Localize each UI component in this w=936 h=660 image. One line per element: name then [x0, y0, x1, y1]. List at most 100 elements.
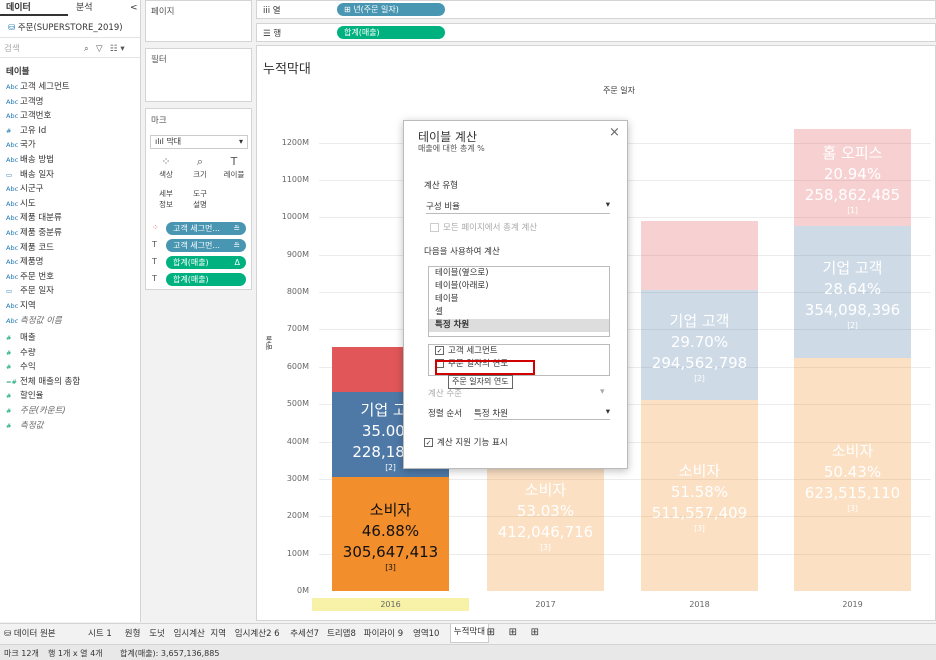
- bar-label-pct: 20.94%: [823, 165, 882, 184]
- field-label: 배송 방법: [20, 155, 54, 165]
- tab-data[interactable]: 데이터: [0, 0, 68, 16]
- field-item[interactable]: Abc 제품명: [6, 255, 43, 270]
- highlight-box: [435, 360, 535, 375]
- sheet-tab[interactable]: 임시계산: [174, 627, 205, 639]
- mark-pill[interactable]: 고객 세그먼... ≞: [166, 222, 246, 235]
- close-icon[interactable]: ×: [609, 125, 620, 140]
- field-item[interactable]: =# 전체 매출의 총합: [6, 375, 80, 390]
- y-tick-label: 400M: [286, 436, 309, 446]
- field-type-icon: Abc: [6, 83, 19, 91]
- rows-shelf[interactable]: ☰ 행 합계(매출): [256, 23, 936, 42]
- pill-type-icon: ⁘: [152, 223, 159, 232]
- bar-segment[interactable]: [641, 220, 758, 290]
- dimension-label: 고객 세그먼트: [448, 346, 498, 356]
- sort-icon: ≞: [233, 241, 240, 250]
- field-item[interactable]: Abc 배송 방법: [6, 153, 54, 168]
- field-item[interactable]: # 매출: [6, 331, 36, 346]
- view-menu-icon[interactable]: ☷ ▾: [110, 40, 125, 58]
- tab-analysis[interactable]: 분석: [70, 0, 122, 16]
- sheet-tab[interactable]: 누적막대: [449, 624, 490, 643]
- size-button[interactable]: ⌕ 크기: [188, 155, 212, 185]
- pill-type-icon: T: [152, 240, 157, 249]
- marks-title: 마크: [151, 116, 167, 126]
- compute-option[interactable]: 특정 차원: [429, 319, 609, 332]
- field-label: 고객명: [20, 96, 44, 107]
- search-icon[interactable]: ⌕: [84, 40, 89, 58]
- bar-label-segment: 기업 고객: [822, 258, 883, 277]
- field-type-icon: Abc: [6, 258, 19, 267]
- field-item[interactable]: Abc 시도: [6, 197, 36, 212]
- field-item[interactable]: ▭ 주문 일자: [6, 284, 54, 299]
- pages-card[interactable]: 페이지: [145, 0, 252, 42]
- datasource-tab[interactable]: ⛁ 데이터 원본: [4, 627, 56, 639]
- search-input[interactable]: 검색 ⌕ ▽ ☷ ▾: [0, 40, 140, 58]
- field-label: 시도: [20, 198, 36, 209]
- compute-option[interactable]: 셀: [429, 306, 609, 319]
- mark-pill[interactable]: 합계(매출) Δ: [166, 256, 246, 269]
- filters-card[interactable]: 필터: [145, 48, 252, 102]
- bar-label-value: 511,557,409: [651, 504, 748, 523]
- sheet-tab[interactable]: 지역: [210, 627, 226, 639]
- columns-icon: iii: [263, 6, 273, 16]
- detail-button[interactable]: 세부 정보: [154, 189, 178, 219]
- compute-option[interactable]: 테이블(아래로): [429, 280, 609, 293]
- field-type-icon: Abc: [6, 112, 19, 121]
- field-item[interactable]: # 측정값: [6, 419, 43, 434]
- field-item[interactable]: Abc 고객번호: [6, 109, 51, 124]
- y-tick-label: 800M: [286, 287, 309, 297]
- sheet-tab[interactable]: 영역10: [413, 627, 439, 639]
- field-item[interactable]: Abc 고객명: [6, 95, 43, 110]
- datasource-item[interactable]: ⛁ 주문(SUPERSTORE_2019): [0, 18, 140, 38]
- dimension-option[interactable]: ✓ 고객 세그먼트: [429, 345, 609, 358]
- compute-option[interactable]: 테이블: [429, 293, 609, 306]
- sheet-tab[interactable]: 도넛: [149, 627, 165, 639]
- x-tick-label: 2019: [842, 600, 863, 609]
- mark-type-dropdown[interactable]: ılıl 막대 ▾: [150, 135, 248, 149]
- columns-shelf[interactable]: iii 열 ⊞ 년(주문 일자): [256, 0, 936, 19]
- field-item[interactable]: Abc 측정값 이름: [6, 314, 62, 329]
- compute-using-list[interactable]: 테이블(옆으로) 테이블(아래로) 테이블 셀 특정 차원: [428, 266, 610, 337]
- sheet-tab[interactable]: 파이라이 9: [364, 627, 403, 639]
- field-item[interactable]: Abc 지역: [6, 299, 36, 314]
- new-sheet-icon[interactable]: ⊞: [487, 627, 495, 638]
- bar-label-segment: 소비자: [678, 462, 721, 481]
- filter-icon[interactable]: ▽: [96, 40, 103, 58]
- tooltip-button[interactable]: 도구 설명: [188, 189, 212, 219]
- mark-pill[interactable]: 고객 세그먼... ≞: [166, 239, 246, 252]
- sheet-tab[interactable]: 트리맵8: [327, 627, 356, 639]
- sheet-tab[interactable]: 원형: [125, 627, 141, 639]
- label-button[interactable]: T 레이블: [222, 155, 246, 185]
- sort-order-select[interactable]: 특정 차원 ▾: [474, 407, 610, 420]
- field-item[interactable]: Abc 고객 세그먼트: [6, 80, 70, 95]
- field-item[interactable]: Abc 시군구: [6, 182, 43, 197]
- table-calc-dialog: 테이블 계산 매출에 대한 총계 % × 계산 유형 구성 비율 ▾ 모든 페이지…: [403, 120, 628, 469]
- field-item[interactable]: Abc 제품 중분류: [6, 226, 62, 241]
- calc-type-select[interactable]: 구성 비율 ▾: [426, 200, 610, 214]
- field-item[interactable]: # 할인율: [6, 389, 43, 404]
- field-label: 전체 매출의 총합: [20, 376, 81, 387]
- sheet-tab[interactable]: 임시계산2 6: [235, 627, 280, 639]
- show-helper-checkbox[interactable]: ✓ 계산 지원 기능 표시: [424, 436, 508, 448]
- new-story-icon[interactable]: ⊞: [531, 627, 539, 638]
- field-item[interactable]: Abc 주문 번호: [6, 270, 54, 285]
- sheet-tab[interactable]: 시트 1: [88, 627, 112, 639]
- sheet-tab[interactable]: 추세선7: [290, 627, 319, 639]
- new-dashboard-icon[interactable]: ⊞: [509, 627, 517, 638]
- field-item[interactable]: Abc 제품 대분류: [6, 211, 62, 226]
- field-item[interactable]: # 고유 Id: [6, 124, 46, 139]
- field-item[interactable]: # 수량: [6, 346, 36, 361]
- color-button[interactable]: ⁘ 색상: [154, 155, 178, 185]
- field-label: 할인율: [20, 391, 44, 402]
- compute-option[interactable]: 테이블(옆으로): [429, 267, 609, 280]
- field-label: 고객번호: [20, 111, 52, 122]
- rows-pill[interactable]: 합계(매출): [337, 26, 445, 39]
- field-item[interactable]: # 수익: [6, 360, 36, 375]
- bar-label-rank: [2]: [847, 320, 858, 330]
- mark-pill[interactable]: 합계(매출): [166, 273, 246, 286]
- field-item[interactable]: ▭ 배송 일자: [6, 168, 54, 183]
- field-item[interactable]: Abc 국가: [6, 138, 36, 153]
- columns-pill[interactable]: ⊞ 년(주문 일자): [337, 3, 445, 16]
- collapse-pane-icon[interactable]: <: [124, 0, 140, 16]
- field-item[interactable]: Abc 제품 코드: [6, 241, 54, 256]
- field-item[interactable]: # 주문(카운트): [6, 404, 66, 419]
